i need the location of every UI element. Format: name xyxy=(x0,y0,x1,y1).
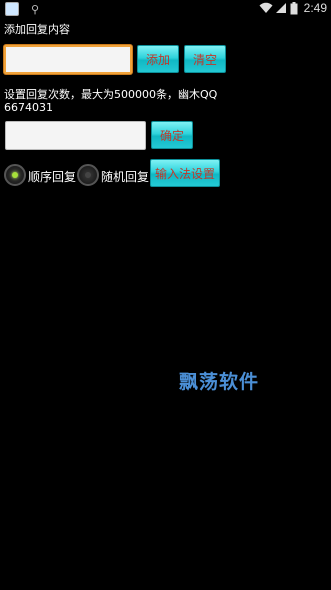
random-radio[interactable] xyxy=(77,164,99,186)
reply-count-label-line2: 6674031 xyxy=(4,101,53,114)
confirm-button[interactable]: 确定 xyxy=(151,121,193,149)
signal-icon xyxy=(275,3,286,13)
status-bar: ⚲ 2:49 xyxy=(0,0,331,18)
add-button[interactable]: 添加 xyxy=(137,45,179,73)
radio-checked-icon xyxy=(12,172,18,178)
battery-icon xyxy=(290,1,298,14)
radio-unchecked-icon xyxy=(85,172,91,178)
clear-button[interactable]: 清空 xyxy=(184,45,226,73)
wifi-icon xyxy=(259,2,273,13)
app-icon xyxy=(5,2,19,16)
sequential-label: 顺序回复 xyxy=(28,170,77,184)
sequential-radio[interactable] xyxy=(4,164,26,186)
clock: 2:49 xyxy=(303,1,327,15)
reply-count-label-line1: 设置回复次数，最大为500000条，幽木QQ xyxy=(4,88,218,101)
reply-content-input[interactable] xyxy=(4,45,132,74)
watermark: 飘荡软件 xyxy=(179,371,260,393)
reply-count-input[interactable] xyxy=(5,121,146,150)
usb-icon: ⚲ xyxy=(31,2,40,16)
reply-content-label: 添加回复内容 xyxy=(4,23,70,36)
ime-settings-button[interactable]: 输入法设置 xyxy=(150,159,220,187)
random-label: 随机回复 xyxy=(101,170,150,184)
